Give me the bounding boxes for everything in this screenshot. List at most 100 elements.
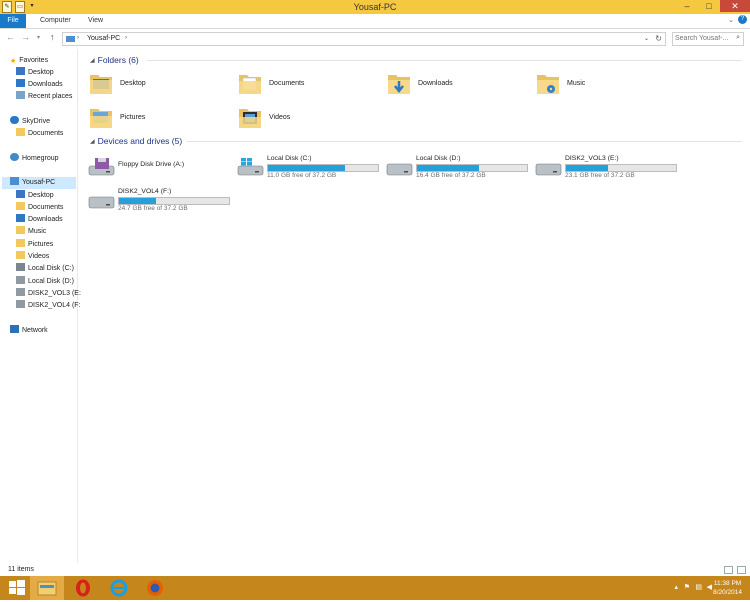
sidebar-item-skydrive[interactable]: SkyDrive — [10, 116, 50, 128]
star-icon: ★ — [10, 58, 17, 65]
address-bar[interactable]: › Yousaf-PC › ⌄ ↻ — [62, 32, 666, 46]
hard-drive-icon — [88, 196, 115, 209]
network-icon — [10, 325, 19, 333]
forward-button[interactable]: → — [21, 32, 30, 42]
refresh-icon[interactable]: ↻ — [655, 34, 662, 43]
search-icon[interactable]: ⌕ — [736, 34, 740, 42]
hard-drive-icon — [535, 163, 562, 176]
breadcrumb-yousaf-pc[interactable]: Yousaf-PC — [87, 35, 120, 42]
section-divider — [187, 141, 742, 142]
clock[interactable]: 11:38 PM 8/20/2014 — [713, 579, 742, 597]
minimize-button[interactable]: – — [676, 0, 698, 12]
sidebar-item-network[interactable]: Network — [10, 325, 48, 337]
drive-disk2-vol4-f[interactable]: DISK2_VOL4 (F:) 24.7 GB free of 37.2 GB — [88, 186, 233, 214]
computer-icon — [10, 177, 19, 185]
sidebar-item-pc-music[interactable]: Music — [16, 226, 46, 238]
sidebar-item-pc-desktop[interactable]: Desktop — [16, 190, 54, 202]
pictures-folder-icon — [90, 109, 112, 128]
folder-downloads[interactable]: Downloads — [387, 69, 527, 99]
firefox-icon — [147, 580, 163, 596]
search-input[interactable] — [673, 33, 735, 43]
collapse-caret-icon[interactable]: ◢ — [90, 138, 95, 145]
volume-icon[interactable]: ◀ — [707, 583, 712, 591]
item-count: 11 items — [8, 566, 34, 573]
view-switcher — [724, 566, 746, 574]
sidebar-item-favorites[interactable]: ★ Favorites — [10, 55, 48, 67]
desktop-icon — [16, 67, 25, 75]
network-tray-icon[interactable]: ▤ — [695, 583, 702, 591]
tab-file[interactable]: File — [0, 14, 26, 28]
sidebar-item-desktop[interactable]: Desktop — [16, 67, 54, 79]
section-divider — [147, 60, 742, 61]
folder-music[interactable]: Music — [536, 69, 676, 99]
up-button[interactable]: ↑ — [50, 32, 55, 42]
drive-icon — [16, 288, 25, 296]
music-icon — [16, 226, 25, 234]
sidebar-item-pc-pictures[interactable]: Pictures — [16, 239, 53, 251]
usage-bar — [565, 164, 677, 172]
windows-drive-icon — [237, 158, 264, 176]
drive-local-disk-c[interactable]: Local Disk (C:) 11.0 GB free of 37.2 GB — [237, 153, 382, 181]
sidebar-item-homegroup[interactable]: Homegroup — [10, 153, 59, 165]
desktop-icon — [16, 190, 25, 198]
large-icons-view-icon[interactable] — [737, 566, 746, 574]
show-hidden-icons[interactable]: ▴ — [674, 583, 678, 591]
folders-section-header[interactable]: ◢ Folders (6) — [90, 55, 139, 65]
videos-folder-icon — [239, 109, 261, 128]
sidebar-item-skydrive-documents[interactable]: Documents — [16, 128, 63, 140]
taskbar-internet-explorer[interactable] — [102, 576, 136, 600]
navigation-pane: ★ Favorites Desktop Downloads Recent plac… — [0, 49, 81, 563]
taskbar-file-explorer[interactable] — [30, 576, 64, 600]
search-box: ⌕ — [672, 32, 744, 46]
sidebar-item-disk2-vol4[interactable]: DISK2_VOL4 (F: — [16, 300, 81, 312]
expand-ribbon-icon[interactable]: ⌄ — [728, 16, 734, 24]
internet-explorer-icon — [110, 579, 128, 597]
music-folder-icon — [537, 75, 559, 94]
drive-disk2-vol3-e[interactable]: DISK2_VOL3 (E:) 23.1 GB free of 37.2 GB — [535, 153, 680, 181]
documents-folder-icon — [239, 75, 261, 94]
sidebar-item-pc-downloads[interactable]: Downloads — [16, 214, 63, 226]
collapse-caret-icon[interactable]: ◢ — [90, 57, 95, 64]
folder-desktop[interactable]: Desktop — [89, 69, 229, 99]
action-center-icon[interactable]: ⚑ — [684, 583, 690, 591]
sidebar-item-disk2-vol3[interactable]: DISK2_VOL3 (E: — [16, 288, 81, 300]
drive-floppy-a[interactable]: Floppy Disk Drive (A:) — [88, 153, 233, 181]
details-view-icon[interactable] — [724, 566, 733, 574]
drives-section-header[interactable]: ◢ Devices and drives (5) — [90, 136, 182, 146]
tab-view[interactable]: View — [82, 14, 109, 28]
sidebar-item-local-disk-d[interactable]: Local Disk (D:) — [16, 276, 74, 288]
help-icon[interactable]: ? — [738, 15, 747, 24]
tab-computer[interactable]: Computer — [34, 14, 77, 28]
downloads-icon — [16, 79, 25, 87]
folder-documents[interactable]: Documents — [238, 69, 378, 99]
sidebar-item-local-disk-c[interactable]: Local Disk (C:) — [16, 263, 74, 275]
clock-date: 8/20/2014 — [713, 589, 742, 596]
sidebar-item-yousaf-pc[interactable]: Yousaf-PC — [2, 177, 76, 189]
navigation-bar: ← → ▾ ↑ › Yousaf-PC › ⌄ ↻ ⌕ — [0, 29, 750, 48]
recent-locations-button[interactable]: ▾ — [37, 34, 40, 41]
desktop-folder-icon — [90, 75, 112, 94]
sidebar-item-recent-places[interactable]: Recent places — [16, 91, 72, 103]
back-button[interactable]: ← — [6, 32, 15, 42]
folder-pictures[interactable]: Pictures — [89, 103, 229, 133]
breadcrumb-separator-icon[interactable]: › — [77, 35, 79, 41]
taskbar-opera[interactable] — [66, 576, 100, 600]
downloads-icon — [16, 214, 25, 222]
drive-windows-icon — [16, 263, 25, 271]
sidebar-item-downloads[interactable]: Downloads — [16, 79, 63, 91]
maximize-button[interactable]: □ — [698, 0, 720, 12]
taskbar-firefox[interactable] — [138, 576, 172, 600]
drive-local-disk-d[interactable]: Local Disk (D:) 16.4 GB free of 37.2 GB — [386, 153, 531, 181]
floppy-drive-icon — [88, 158, 115, 176]
usage-bar — [118, 197, 230, 205]
breadcrumb-separator-icon[interactable]: › — [125, 35, 127, 41]
address-dropdown-icon[interactable]: ⌄ — [644, 35, 649, 42]
status-bar: 11 items — [0, 563, 750, 576]
folder-videos[interactable]: Videos — [238, 103, 378, 133]
start-button[interactable] — [0, 576, 34, 600]
sidebar-item-pc-documents[interactable]: Documents — [16, 202, 63, 214]
ribbon: File Computer View ⌄ ? — [0, 14, 750, 29]
sidebar-item-pc-videos[interactable]: Videos — [16, 251, 49, 263]
documents-icon — [16, 128, 25, 136]
close-button[interactable]: ✕ — [720, 0, 750, 12]
